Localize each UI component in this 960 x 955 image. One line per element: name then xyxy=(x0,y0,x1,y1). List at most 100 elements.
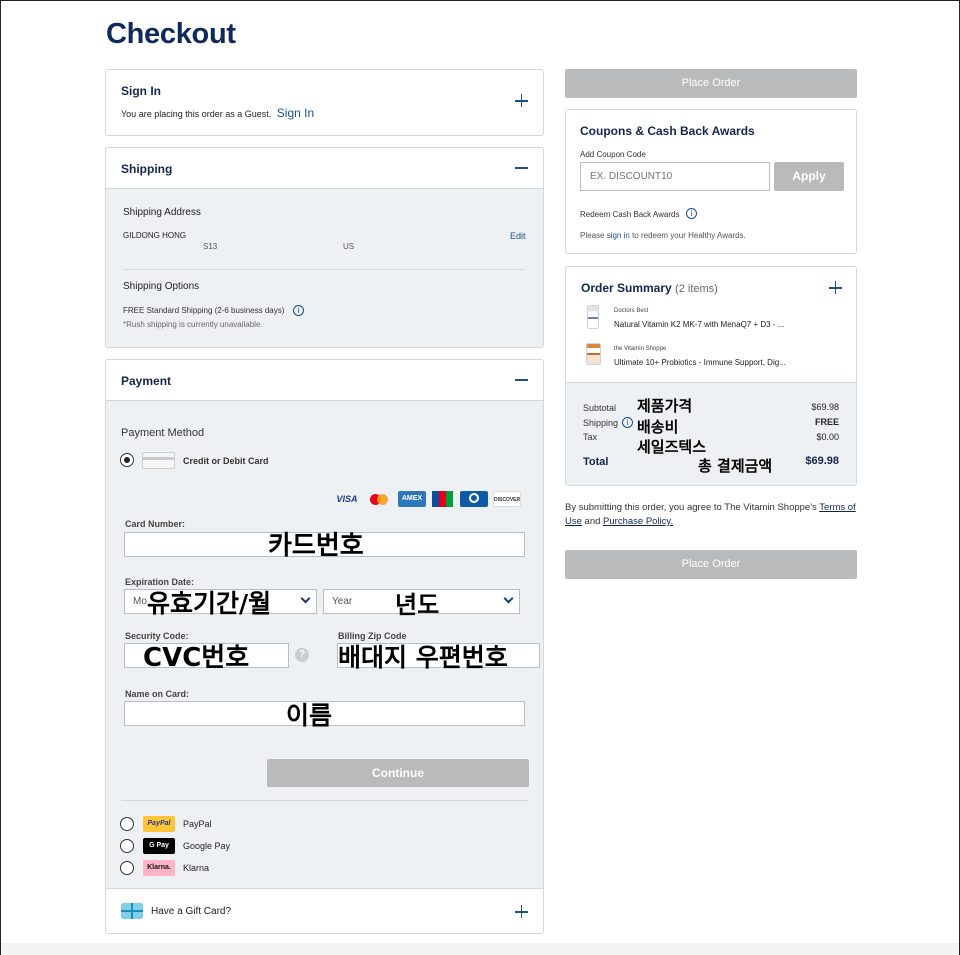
shipping-summary-value: FREE xyxy=(814,417,839,427)
visa-icon: VISA xyxy=(336,494,358,504)
order-summary-title: Order Summary (2 items) xyxy=(581,281,718,295)
item-1-thumbnail xyxy=(587,305,599,329)
shipping-option-text: FREE Standard Shipping (2-6 business day… xyxy=(123,306,285,315)
expand-signin-icon[interactable] xyxy=(515,94,528,107)
item-2-brand: the Vitamin Shoppe xyxy=(614,346,667,352)
card-radio[interactable] xyxy=(120,453,134,467)
place-order-button-top[interactable]: Place Order xyxy=(565,69,857,98)
payment-body: Payment Method Credit or Debit Card VISA… xyxy=(106,400,543,889)
order-summary-card: Order Summary (2 items) Doctors Best Nat… xyxy=(565,266,857,486)
tax-label: Tax xyxy=(583,432,598,442)
help-icon[interactable]: ? xyxy=(295,648,309,662)
add-coupon-label: Add Coupon Code xyxy=(580,150,646,159)
subtotal-value: $69.98 xyxy=(811,402,839,412)
summary-count: (2 items) xyxy=(675,283,718,295)
footer-band xyxy=(1,943,959,955)
mastercard-icon xyxy=(368,493,390,507)
item-1-brand: Doctors Best xyxy=(614,308,649,314)
and-text: and xyxy=(584,516,601,527)
guest-text: You are placing this order as a Guest. S… xyxy=(121,106,314,120)
gift-card-title: Have a Gift Card? xyxy=(151,906,232,917)
expand-summary-icon[interactable] xyxy=(829,281,842,294)
card-number-overlay: 카드번호 xyxy=(268,531,364,561)
security-code-overlay: CVC번호 xyxy=(143,643,250,673)
totals-panel: Subtotal $69.98 제품가격 Shipping i FREE 배송비… xyxy=(566,382,856,485)
coupon-input[interactable] xyxy=(580,162,770,191)
subtotal-label: Subtotal xyxy=(583,403,617,413)
chevron-down-icon xyxy=(300,593,311,604)
agreement-text: By submitting this order, you agree to T… xyxy=(565,501,860,529)
signin-title: Sign In xyxy=(121,84,161,98)
shipping-line1: S13 xyxy=(203,242,218,251)
item-1-name: Natural Vitamin K2 MK-7 with MenaQ7 + D3… xyxy=(614,320,785,329)
shipping-options-label: Shipping Options xyxy=(123,281,200,292)
shipping-name: GILDONG HONG xyxy=(123,231,187,240)
payment-card: Payment Payment Method Credit or Debit C… xyxy=(105,359,544,934)
shipping-body: Shipping Address GILDONG HONG S13 US Edi… xyxy=(106,188,543,347)
item-2-thumbnail xyxy=(586,343,601,365)
guest-text-label: You are placing this order as a Guest. xyxy=(121,109,272,119)
discover-icon: DISCOVER xyxy=(493,491,521,507)
expiration-overlay: 유효기간/월 xyxy=(147,589,272,618)
payment-title: Payment xyxy=(121,374,172,388)
credit-card-icon xyxy=(142,452,175,469)
shipping-divider xyxy=(123,269,525,270)
collapse-shipping-icon[interactable] xyxy=(515,167,528,169)
summary-title: Order Summary xyxy=(581,281,672,295)
tax-value: $0.00 xyxy=(816,432,839,442)
redeem-pre: Please xyxy=(580,231,605,240)
redeem-text: Please sign in to redeem your Healthy Aw… xyxy=(580,231,746,240)
paypal-radio[interactable] xyxy=(120,817,134,831)
shipping-summary-label: Shipping xyxy=(583,418,619,428)
name-overlay: 이름 xyxy=(286,701,333,730)
year-overlay: 년도 xyxy=(395,591,440,619)
redeem-label: Redeem Cash Back Awards xyxy=(580,210,680,219)
apply-button[interactable]: Apply xyxy=(774,162,844,191)
paypal-logo: PayPal xyxy=(143,816,175,832)
rush-note: *Rush shipping is currently unavailable. xyxy=(123,320,263,329)
expand-gift-card-icon[interactable] xyxy=(515,905,528,918)
collapse-payment-icon[interactable] xyxy=(515,379,528,381)
paypal-label: PayPal xyxy=(183,819,212,829)
tax-overlay: 세일즈텍스 xyxy=(637,438,707,456)
signin-card: Sign In You are placing this order as a … xyxy=(105,69,544,136)
page-title: Checkout xyxy=(106,18,236,50)
item-2-name: Ultimate 10+ Probiotics - Immune Support… xyxy=(614,358,786,367)
total-overlay: 총 결제금액 xyxy=(698,457,773,475)
diners-icon xyxy=(460,491,488,507)
redeem-info-icon[interactable]: i xyxy=(686,208,697,219)
redeem-signin-link[interactable]: sign in xyxy=(607,231,630,240)
name-on-card-label: Name on Card: xyxy=(125,689,190,699)
shipping-card: Shipping Shipping Address GILDONG HONG S… xyxy=(105,147,544,348)
agree-text: By submitting this order, you agree to T… xyxy=(565,502,817,513)
continue-button[interactable]: Continue xyxy=(267,759,529,787)
klarna-radio[interactable] xyxy=(120,861,134,875)
place-order-button-bottom[interactable]: Place Order xyxy=(565,550,857,579)
jcb-icon xyxy=(432,491,453,507)
total-label: Total xyxy=(583,456,609,468)
shipping-info-icon[interactable]: i xyxy=(293,305,304,316)
shipping-title: Shipping xyxy=(121,162,173,176)
shipping-summary-info-icon[interactable]: i xyxy=(622,417,633,428)
subtotal-overlay: 제품가격 xyxy=(637,397,693,415)
amex-icon: AMEX xyxy=(398,491,426,507)
edit-address-link[interactable]: Edit xyxy=(510,231,526,241)
klarna-logo: Klarna. xyxy=(143,860,175,876)
month-value: Mo xyxy=(133,596,147,607)
card-option-label: Credit or Debit Card xyxy=(183,456,269,466)
shipping-overlay: 배송비 xyxy=(637,418,679,436)
card-number-label: Card Number: xyxy=(125,519,186,529)
year-value: Year xyxy=(332,596,353,607)
payment-method-label: Payment Method xyxy=(121,427,205,439)
gift-card-icon xyxy=(121,903,143,919)
chevron-down-icon xyxy=(503,593,514,604)
shipping-country: US xyxy=(343,242,355,251)
purchase-policy-link[interactable]: Purchase Policy. xyxy=(603,516,673,527)
shipping-address-label: Shipping Address xyxy=(123,207,201,218)
total-value: $69.98 xyxy=(805,455,839,467)
signin-link[interactable]: Sign In xyxy=(277,106,314,120)
payment-divider xyxy=(121,800,528,801)
klarna-label: Klarna xyxy=(183,863,210,873)
coupons-title: Coupons & Cash Back Awards xyxy=(580,124,755,138)
google-pay-radio[interactable] xyxy=(120,839,134,853)
